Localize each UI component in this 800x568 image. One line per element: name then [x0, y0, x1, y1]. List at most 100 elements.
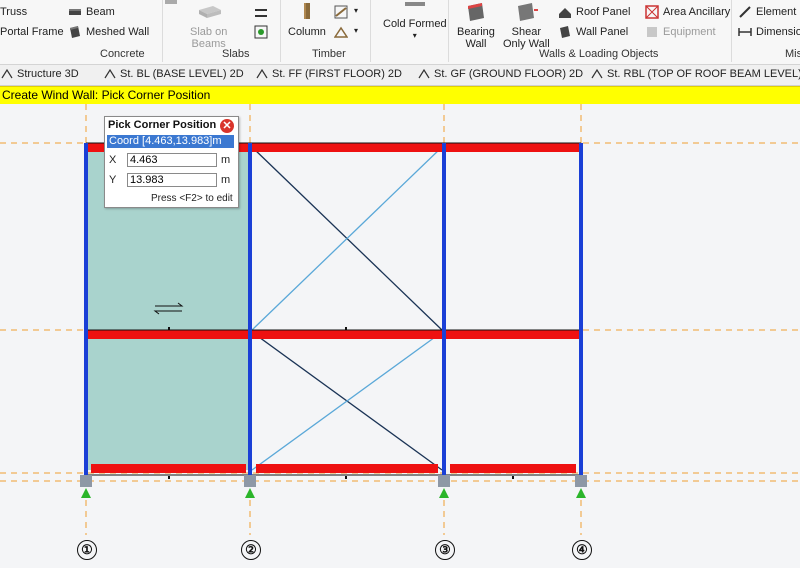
cold-formed-dropdown-icon: ▾: [412, 31, 417, 40]
timber-truss-icon[interactable]: [334, 25, 348, 39]
shear-wall-icon: [518, 3, 539, 21]
equipment-icon: [647, 27, 657, 37]
timber-group-label: Timber: [312, 48, 346, 60]
wall-panel-icon: [560, 26, 570, 38]
group-separator: [448, 0, 449, 62]
tab-label: St. BL (BASE LEVEL) 2D: [120, 68, 244, 80]
tab-roof-beam-level-2d[interactable]: St. RBL (TOP OF ROOF BEAM LEVEL) 2D: [591, 68, 800, 80]
view-icon: [104, 69, 116, 79]
timber-dropdown-icon[interactable]: ▾: [354, 26, 358, 35]
group-separator: [280, 0, 281, 62]
beam-ground-bay3: [450, 464, 576, 473]
grid-axis-bubble-4: ④: [572, 540, 592, 560]
pick-corner-dialog[interactable]: Pick Corner Position ✕ Coord [4.463,13.9…: [104, 116, 239, 208]
roof-panel-icon: [559, 8, 571, 18]
support-marker-4: [576, 488, 586, 498]
truss-label: Truss: [0, 6, 28, 18]
slab-tool-icon-1[interactable]: [254, 6, 268, 20]
view-icon: [418, 69, 430, 79]
tab-structure-3d[interactable]: Structure 3D: [1, 68, 79, 80]
bearing-wall-button[interactable]: Bearing Wall: [457, 2, 495, 50]
y-coordinate-input[interactable]: [127, 173, 217, 187]
timber-beam-icon[interactable]: [334, 5, 348, 19]
view-icon: [1, 69, 13, 79]
tab-label: St. FF (FIRST FLOOR) 2D: [272, 68, 402, 80]
slabs-group-label: Slabs: [222, 48, 250, 60]
cold-formed-button[interactable]: Cold Formed ▾: [383, 2, 447, 42]
meshed-wall-label: Meshed Wall: [86, 26, 150, 38]
tab-label: St. GF (GROUND FLOOR) 2D: [434, 68, 584, 80]
support-marker-2: [245, 488, 255, 498]
close-icon[interactable]: ✕: [220, 119, 234, 133]
view-icon: [591, 69, 603, 79]
pick-dialog-title: Pick Corner Position: [108, 119, 217, 131]
tab-base-level-2d[interactable]: St. BL (BASE LEVEL) 2D: [104, 68, 244, 80]
support-base-2: [244, 475, 256, 487]
support-marker-3: [439, 488, 449, 498]
cold-formed-label: Cold Formed: [383, 18, 447, 30]
wall-panel-button[interactable]: Wall Panel: [558, 25, 628, 39]
beam-first-bay2: [252, 330, 442, 339]
beam-ground-bay2: [256, 464, 438, 473]
x-coordinate-input[interactable]: [127, 153, 217, 167]
meshed-wall-button[interactable]: Meshed Wall: [68, 25, 149, 39]
y-row: Y m: [109, 173, 230, 187]
column-button[interactable]: Column: [288, 2, 326, 38]
element-button[interactable]: Element: [738, 5, 796, 19]
timber-dropdown-icon[interactable]: ▾: [354, 6, 358, 15]
beam-first-bay1: [87, 330, 249, 339]
column-icon: [303, 3, 310, 19]
group-separator: [731, 0, 732, 62]
y-label: Y: [109, 174, 117, 186]
supports: [80, 475, 587, 498]
dimension-label: Dimension: [756, 26, 800, 38]
view-tab-bar: Structure 3D St. BL (BASE LEVEL) 2D St. …: [0, 65, 800, 86]
bearing-wall-label-1: Bearing: [457, 26, 495, 38]
ribbon-toolbar: Truss Portal Frame Beam Meshed Wall Conc…: [0, 0, 800, 65]
slab-on-beams-icon: [198, 6, 221, 18]
x-label: X: [109, 154, 117, 166]
bracing: [251, 146, 443, 471]
grid-axis-bubble-1: ①: [77, 540, 97, 560]
x-unit: m: [221, 154, 231, 166]
command-prompt-text: Create Wind Wall: Pick Corner Position: [2, 88, 211, 102]
y-unit: m: [221, 174, 231, 186]
slab-on-beams-label-2: Beams: [191, 38, 226, 50]
walls-group-label: Walls & Loading Objects: [539, 48, 659, 60]
tab-first-floor-2d[interactable]: St. FF (FIRST FLOOR) 2D: [256, 68, 402, 80]
slab-on-beams-button[interactable]: Slab on Beams: [190, 2, 227, 50]
area-ancillary-icon: [645, 5, 659, 19]
dimension-button[interactable]: Dimension: [738, 25, 800, 39]
support-base-1: [80, 475, 92, 487]
tab-ground-floor-2d[interactable]: St. GF (GROUND FLOOR) 2D: [418, 68, 583, 80]
truss-button[interactable]: Truss: [0, 6, 27, 18]
roof-panel-button[interactable]: Roof Panel: [558, 5, 630, 19]
beam-roof-bay3: [446, 143, 579, 152]
shear-only-wall-button[interactable]: Shear Only Wall: [503, 2, 550, 50]
area-ancillary-button[interactable]: Area Ancillary: [645, 5, 730, 19]
portal-frame-button[interactable]: Portal Frame: [0, 26, 64, 38]
support-base-4: [575, 475, 587, 487]
cold-formed-icon: [404, 2, 425, 6]
wall-panel-label: Wall Panel: [576, 26, 629, 38]
column-axis-3: [442, 143, 446, 476]
support-marker-1: [81, 488, 91, 498]
beam-icon: [69, 9, 81, 15]
bearing-wall-icon: [467, 3, 484, 21]
group-separator: [162, 0, 163, 62]
view-icon: [256, 69, 268, 79]
slab-on-beams-label-1: Slab on: [190, 26, 228, 38]
beam-button[interactable]: Beam: [68, 5, 115, 19]
element-label: Element: [756, 6, 797, 18]
grid-axis-bubble-2: ②: [241, 540, 261, 560]
column-label: Column: [288, 26, 326, 38]
equipment-button[interactable]: Equipment: [645, 25, 716, 39]
edit-hint: Press <F2> to edit: [151, 193, 233, 204]
tab-label: Structure 3D: [17, 68, 79, 80]
beam-label: Beam: [86, 6, 115, 18]
dimension-icon: [738, 28, 752, 36]
column-axis-1: [84, 143, 88, 476]
bearing-wall-label-2: Wall: [465, 38, 487, 50]
slab-tool-icon-2[interactable]: [254, 25, 268, 39]
roof-panel-label: Roof Panel: [576, 6, 631, 18]
